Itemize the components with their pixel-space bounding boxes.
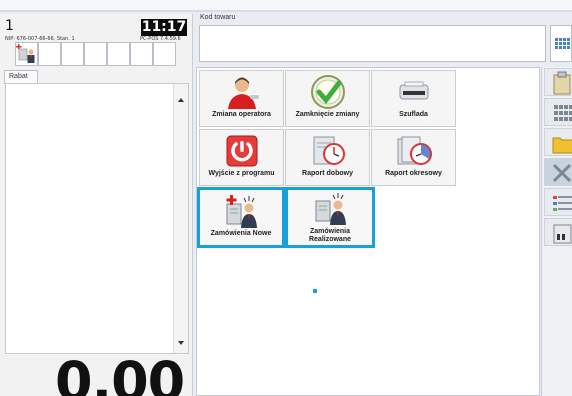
tools-icon (552, 163, 572, 183)
tile-change-operator[interactable]: Zmiana operatora (199, 70, 284, 127)
quick-slot-orders[interactable] (15, 42, 38, 66)
product-code-input[interactable] (199, 25, 546, 62)
printer-icon (393, 75, 435, 109)
quick-slot[interactable] (61, 42, 84, 66)
product-code-label: Kod towaru (200, 14, 236, 21)
keyboard-button[interactable] (550, 25, 572, 62)
tools-button[interactable] (544, 158, 572, 186)
clipboard-button[interactable] (544, 68, 572, 96)
scroll-up-icon[interactable] (178, 98, 184, 102)
folder-button[interactable] (544, 128, 572, 156)
receipt-list[interactable] (5, 83, 189, 354)
orders-in-progress-icon (309, 192, 351, 226)
keypad-icon (554, 105, 572, 121)
tile-label: Zamówienia Nowe (210, 230, 272, 237)
report-clock-icon (307, 134, 349, 168)
tile-close-shift[interactable]: Zamknięcie zmiany (285, 70, 370, 127)
scroll-down-icon[interactable] (178, 341, 184, 345)
focus-dot (313, 289, 317, 293)
keyboard-icon (555, 38, 570, 49)
new-order-icon (220, 194, 262, 228)
top-strip (0, 0, 572, 12)
receipt-scrollbar[interactable] (173, 84, 188, 353)
documents-button[interactable] (544, 218, 572, 246)
register-number: 1 (5, 18, 14, 34)
tile-new-orders[interactable]: Zamówienia Nowe (197, 187, 285, 248)
operator-icon (221, 75, 263, 109)
checkmark-icon (307, 75, 349, 109)
folder-icon (552, 137, 572, 154)
keypad-button[interactable] (544, 98, 572, 126)
quick-slot[interactable] (84, 42, 107, 66)
quick-slot[interactable] (38, 42, 61, 66)
rabat-tab[interactable]: Rabat (4, 70, 38, 84)
tile-label: Szuflada (399, 111, 428, 118)
power-icon (221, 134, 263, 168)
quick-slot[interactable] (130, 42, 153, 66)
tile-label: Zmiana operatora (212, 111, 271, 118)
tile-period-report[interactable]: Raport okresowy (371, 129, 456, 186)
quick-slots (15, 42, 176, 66)
documents-icon (553, 224, 572, 244)
tile-orders-in-progress[interactable]: Zamówienia Realizowane (285, 187, 375, 248)
right-toolbar (541, 67, 572, 396)
new-order-mini-icon (16, 44, 35, 63)
tile-label: Raport dobowy (302, 170, 353, 177)
clipboard-icon (553, 71, 571, 95)
quick-slot[interactable] (107, 42, 130, 66)
tile-label: Zamknięcie zmiany (295, 111, 360, 118)
list-icon (553, 196, 572, 211)
quick-slot[interactable] (153, 42, 176, 66)
tile-label: Wyjście z programu (208, 170, 275, 177)
clock: 11:17 (141, 19, 187, 36)
report-clock-icon (393, 134, 435, 168)
tile-exit-program[interactable]: Wyjście z programu (199, 129, 284, 186)
left-panel: 1 11:17 NIP: 676-007-66-66, Stan. 1 PC-P… (0, 14, 193, 396)
tile-daily-report[interactable]: Raport dobowy (285, 129, 370, 186)
total-amount: 0.00 (55, 350, 185, 396)
tile-drawer[interactable]: Szuflada (371, 70, 456, 127)
tile-label: Raport okresowy (385, 170, 442, 177)
tile-label: Zamówienia Realizowane (308, 228, 351, 243)
list-button[interactable] (544, 188, 572, 216)
